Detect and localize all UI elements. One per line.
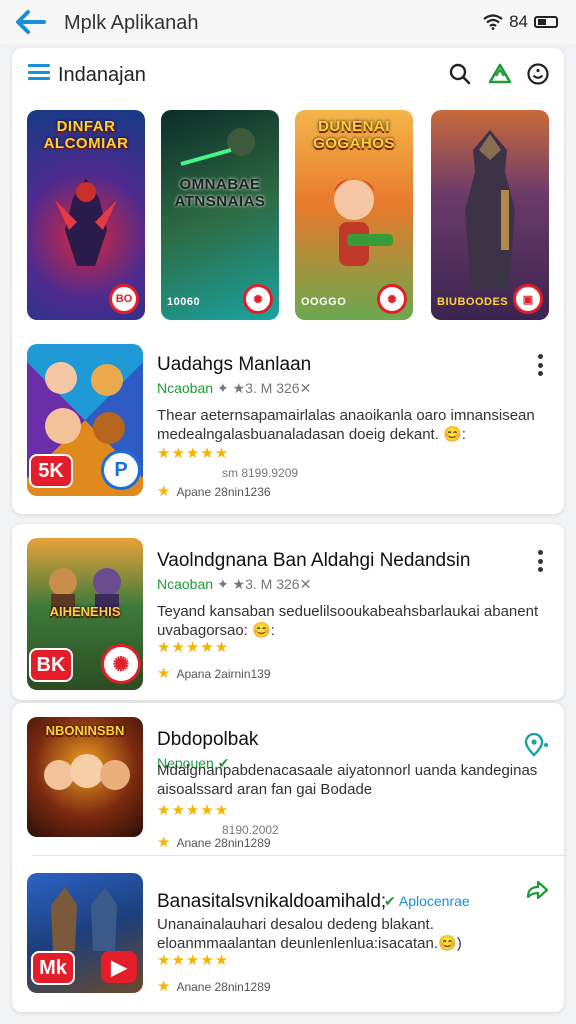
- wifi-icon: [483, 14, 503, 30]
- rating-stars: ★★★★★: [157, 445, 230, 462]
- featured-title: OMNABAE ATNSNAIAS: [174, 176, 266, 210]
- app-description: Unanainalauhari desalou dedeng blakant. …: [157, 916, 462, 952]
- featured-row: DINFAR ALCOMIAR BO OMNABAE ATNSNAIAS 100…: [27, 110, 549, 320]
- featured-label: OOGGO: [301, 296, 347, 308]
- app-description: Thear aeternsapamairlalas anaoikanla oar…: [157, 407, 535, 443]
- star-icon: ★: [157, 978, 171, 995]
- featured-game-3[interactable]: DUNENAI GOGAHOS OOGGO ✺: [295, 110, 413, 320]
- app-badge-right: ▶: [101, 951, 137, 983]
- status-indicators: 84: [483, 12, 558, 32]
- app-description: Mdalgnanpabdenacasaale aiyatonnorl uanda…: [157, 762, 538, 798]
- app-badge-right: P: [101, 450, 141, 490]
- app-developer-name: Ncaoban: [157, 576, 214, 592]
- featured-badge: BO: [109, 284, 139, 314]
- app-description: Teyand kansaban seduelilsooukabeahsbarla…: [157, 603, 539, 639]
- app-list-item[interactable]: Mk ▶ Banasitalsvnikaldoamihald; ✔ Aploce…: [12, 873, 564, 1024]
- more-options-icon[interactable]: [538, 550, 544, 572]
- bottom-card: NBONINSBN Dbdopolbak Nepouen ✔ Mdalgnanp…: [12, 703, 564, 1012]
- top-card: Indanajan DINFAR ALCOMIAR BO OMNABAE ATN…: [12, 48, 564, 514]
- app-developer: ✔ Aplocenrae: [384, 893, 470, 910]
- app-rating: ★ Apana 2airnin139: [157, 664, 271, 682]
- featured-title: DINFAR ALCOMIAR: [43, 118, 129, 152]
- soldier-illustration-icon: [180, 128, 255, 166]
- share-icon[interactable]: [524, 879, 550, 905]
- play-store-icon[interactable]: [488, 62, 512, 86]
- app-rating-text: Apana 2airnin139: [176, 667, 271, 681]
- status-bar: Mplk Aplikanah 84: [0, 0, 576, 44]
- app-list-item[interactable]: AIHENEHIS BK ✺ Vaolndgnana Ban Aldahgi N…: [12, 538, 564, 698]
- warriors-illustration-icon: [51, 887, 117, 951]
- warrior-illustration-icon: [55, 178, 117, 266]
- app-thumbnail[interactable]: 5K P: [27, 344, 143, 496]
- app-rating: ★ Apane 28nin1236: [157, 482, 271, 500]
- thumbnail-title: AIHENEHIS: [49, 604, 121, 619]
- star-icon: ★: [157, 665, 171, 682]
- featured-badge: ▣: [513, 284, 543, 314]
- app-name: Dbdopolbak: [157, 729, 259, 750]
- app-badge-right: ✺: [101, 644, 141, 684]
- hamburger-menu-icon[interactable]: [28, 64, 50, 80]
- app-developer-name: Ncaoban: [157, 380, 214, 396]
- verified-icon: ✔: [384, 893, 396, 909]
- app-list-item[interactable]: 5K P Uadahgs Manlaan Ncaoban ✦ ★3. M 326…: [12, 342, 564, 502]
- app-name: Uadahgs Manlaan: [157, 354, 312, 375]
- star-icon: ★: [157, 483, 171, 500]
- star-icon: ★: [157, 834, 171, 851]
- app-thumbnail[interactable]: Mk ▶: [27, 873, 143, 993]
- back-arrow-icon[interactable]: [12, 8, 48, 36]
- thumbnail-title: NBONINSBN: [45, 723, 125, 738]
- featured-badge: ✺: [377, 284, 407, 314]
- list-divider: [32, 855, 564, 856]
- search-icon[interactable]: [448, 62, 472, 86]
- featured-game-2[interactable]: OMNABAE ATNSNAIAS 10060 ✺: [161, 110, 279, 320]
- featured-label: 10060: [167, 296, 201, 308]
- app-badge-left: BK: [29, 648, 73, 682]
- app-badge-left: 5K: [29, 454, 73, 488]
- app-badge-left: Mk: [31, 951, 75, 985]
- app-thumbnail[interactable]: AIHENEHIS BK ✺: [27, 538, 143, 690]
- featured-badge: ✺: [243, 284, 273, 314]
- middle-card: AIHENEHIS BK ✺ Vaolndgnana Ban Aldahgi N…: [12, 524, 564, 700]
- clock-text: 84: [509, 12, 528, 31]
- app-rating: ★ Anane 28nin1289: [157, 977, 271, 995]
- account-icon[interactable]: [526, 62, 550, 86]
- app-rating-text: Anane 28nin1289: [176, 836, 271, 850]
- app-size: sm 8199.9209: [222, 466, 299, 480]
- toolbar-title: Indanajan: [58, 64, 146, 86]
- app-rating-text: Apane 28nin1236: [176, 485, 271, 499]
- elf-character-illustration-icon: [334, 178, 393, 266]
- app-list-item[interactable]: NBONINSBN Dbdopolbak Nepouen ✔ Mdalgnanp…: [12, 717, 564, 877]
- app-developer-meta: ✦ ★3. M 326✕: [216, 576, 312, 592]
- cartoon-heroes-illustration-icon: [44, 754, 130, 790]
- app-developer-name: Aplocenrae: [398, 893, 470, 909]
- app-name: Banasitalsvnikaldoamihald;: [157, 891, 387, 912]
- app-developer: Ncaoban ✦ ★3. M 326✕: [157, 576, 311, 593]
- app-developer: Ncaoban ✦ ★3. M 326✕: [157, 380, 311, 397]
- battery-icon: [534, 16, 558, 28]
- toolbar: Indanajan: [12, 48, 564, 100]
- featured-title: DUNENAI GOGAHOS: [313, 118, 395, 152]
- app-rating: ★ Anane 28nin1289: [157, 833, 271, 851]
- featured-game-1[interactable]: DINFAR ALCOMIAR BO: [27, 110, 145, 320]
- rating-stars: ★★★★★: [157, 639, 230, 656]
- armored-knight-illustration-icon: [465, 130, 515, 290]
- app-developer-meta: ✦ ★3. M 326✕: [216, 380, 312, 396]
- featured-game-4[interactable]: BIUBOODES ▣: [431, 110, 549, 320]
- location-pin-icon[interactable]: [524, 733, 550, 759]
- app-name: Vaolndgnana Ban Aldahgi Nedandsin: [157, 550, 471, 571]
- more-options-icon[interactable]: [538, 354, 544, 376]
- app-title: Mplk Aplikanah: [64, 12, 199, 34]
- rating-stars: ★★★★★: [157, 802, 230, 819]
- character-faces-illustration-icon: [45, 362, 125, 444]
- featured-label: BIUBOODES: [437, 296, 509, 308]
- app-rating-text: Anane 28nin1289: [176, 980, 271, 994]
- rating-stars: ★★★★★: [157, 952, 230, 969]
- app-thumbnail[interactable]: NBONINSBN: [27, 717, 143, 837]
